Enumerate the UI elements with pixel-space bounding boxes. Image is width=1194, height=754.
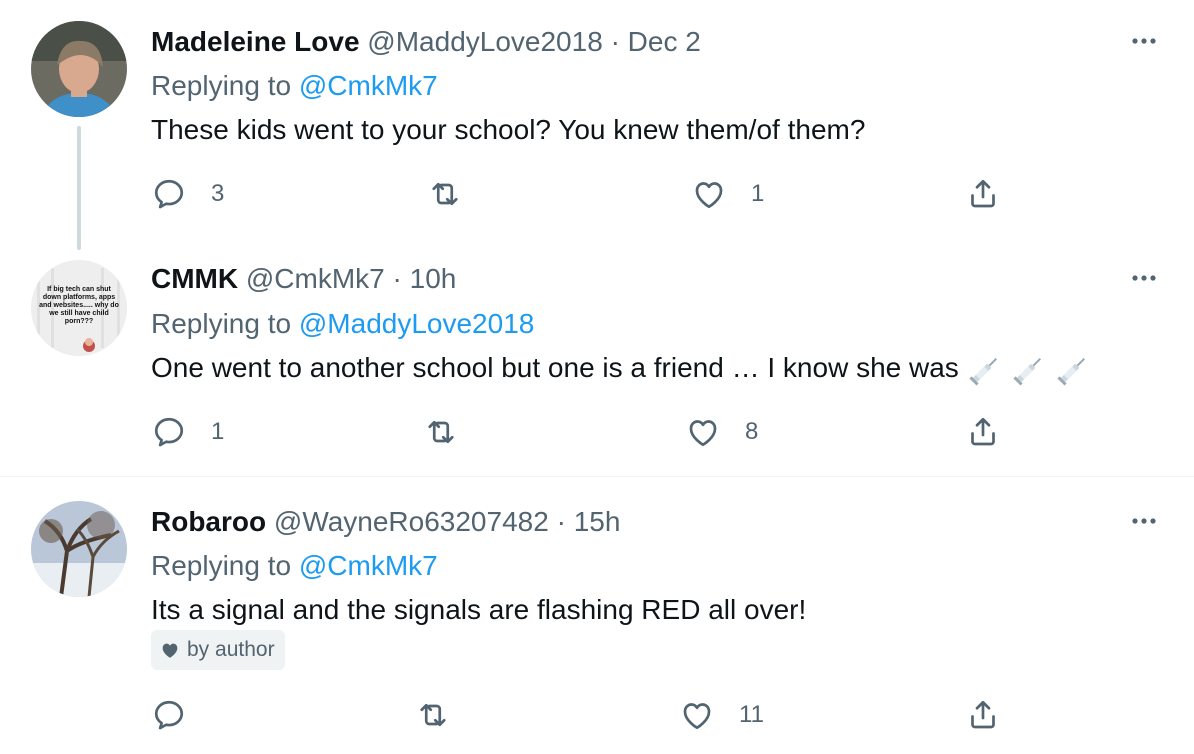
heart-icon <box>695 182 723 209</box>
syringe-emoji-icon <box>1057 357 1085 386</box>
replying-to-link[interactable]: @CmkMk7 <box>299 550 438 581</box>
tweet-text: One went to another school but one is a … <box>151 352 959 383</box>
replying-to: Replying to @CmkMk7 <box>151 69 438 103</box>
tweet-cmmk[interactable]: If big tech can shut down platforms, app… <box>0 250 1194 476</box>
replying-to-link[interactable]: @CmkMk7 <box>299 70 438 101</box>
reply-icon <box>154 179 184 209</box>
tweet-header: Madeleine Love @MaddyLove2018 · Dec 2 <box>151 25 701 59</box>
display-name[interactable]: Robaroo <box>151 506 266 537</box>
tweet-text: These kids went to your school? You knew… <box>151 114 866 145</box>
reply-button[interactable]: 1 <box>151 412 224 452</box>
syringe-emoji-icon <box>1013 357 1041 386</box>
timestamp[interactable]: 10h <box>410 263 457 294</box>
reply-button[interactable]: 3 <box>151 174 224 214</box>
share-button[interactable] <box>965 695 1001 735</box>
tweet-text: Its a signal and the signals are flashin… <box>151 594 807 625</box>
syringe-emoji-icon <box>969 357 997 386</box>
display-name[interactable]: Madeleine Love <box>151 26 360 57</box>
retweet-icon <box>428 420 454 444</box>
tweet-header: CMMK @CmkMk7 · 10h <box>151 262 456 296</box>
thread-line <box>77 126 81 250</box>
reply-count: 1 <box>211 418 225 445</box>
replying-to: Replying to @MaddyLove2018 <box>151 307 534 341</box>
like-button[interactable]: 1 <box>691 174 764 214</box>
heart-icon <box>689 420 717 447</box>
share-icon <box>971 700 995 729</box>
replying-prefix: Replying to <box>151 308 292 339</box>
replying-prefix: Replying to <box>151 70 292 101</box>
tweet-actions: 1 8 <box>151 412 1011 452</box>
retweet-button[interactable] <box>427 174 487 214</box>
heart-filled-icon <box>162 643 178 658</box>
avatar[interactable]: If big tech can shut down platforms, app… <box>31 260 127 356</box>
badge-label: by author <box>187 638 275 661</box>
separator: · <box>556 506 566 537</box>
liked-by-author-badge: by author <box>151 630 285 670</box>
share-icon <box>971 179 995 208</box>
like-count: 1 <box>751 180 765 207</box>
avatar[interactable] <box>31 501 127 597</box>
replying-to: Replying to @CmkMk7 <box>151 549 438 583</box>
like-count: 11 <box>739 701 764 728</box>
retweet-button[interactable] <box>423 412 483 452</box>
replying-to-link[interactable]: @MaddyLove2018 <box>299 308 534 339</box>
handle[interactable]: @CmkMk7 <box>246 263 385 294</box>
reply-icon <box>154 417 184 447</box>
avatar[interactable] <box>31 21 127 117</box>
reply-button[interactable] <box>151 695 211 735</box>
like-count: 8 <box>745 418 759 445</box>
reply-icon <box>154 700 184 730</box>
timestamp[interactable]: Dec 2 <box>628 26 701 57</box>
tweet-header: Robaroo @WayneRo63207482 · 15h <box>151 505 620 539</box>
tweet-robaroo[interactable]: Robaroo @WayneRo63207482 · 15h Replying … <box>0 477 1194 754</box>
like-button[interactable]: 8 <box>685 412 758 452</box>
heart-icon <box>683 703 711 730</box>
avatar-caption: If big tech can shut down platforms, app… <box>39 286 119 325</box>
tweet-madeleine[interactable]: Madeleine Love @MaddyLove2018 · Dec 2 Re… <box>0 0 1194 250</box>
like-button[interactable]: 11 <box>679 695 764 735</box>
share-button[interactable] <box>965 412 1001 452</box>
more-icon[interactable] <box>1128 505 1160 537</box>
retweet-button[interactable] <box>415 695 475 735</box>
share-icon <box>971 417 995 446</box>
tweet-actions: 3 1 <box>151 174 1011 214</box>
timestamp[interactable]: 15h <box>574 506 621 537</box>
tweet-text-row: One went to another school but one is a … <box>151 351 1091 388</box>
replying-prefix: Replying to <box>151 550 292 581</box>
retweet-icon <box>432 182 458 206</box>
separator: · <box>392 263 402 294</box>
separator: · <box>610 26 620 57</box>
share-button[interactable] <box>965 174 1001 214</box>
reply-count: 3 <box>211 180 225 207</box>
handle[interactable]: @WayneRo63207482 <box>274 506 549 537</box>
display-name[interactable]: CMMK <box>151 263 238 294</box>
handle[interactable]: @MaddyLove2018 <box>367 26 602 57</box>
tweet-actions: 11 <box>151 695 1011 735</box>
more-icon[interactable] <box>1128 262 1160 294</box>
retweet-icon <box>420 703 446 727</box>
more-icon[interactable] <box>1128 25 1160 57</box>
